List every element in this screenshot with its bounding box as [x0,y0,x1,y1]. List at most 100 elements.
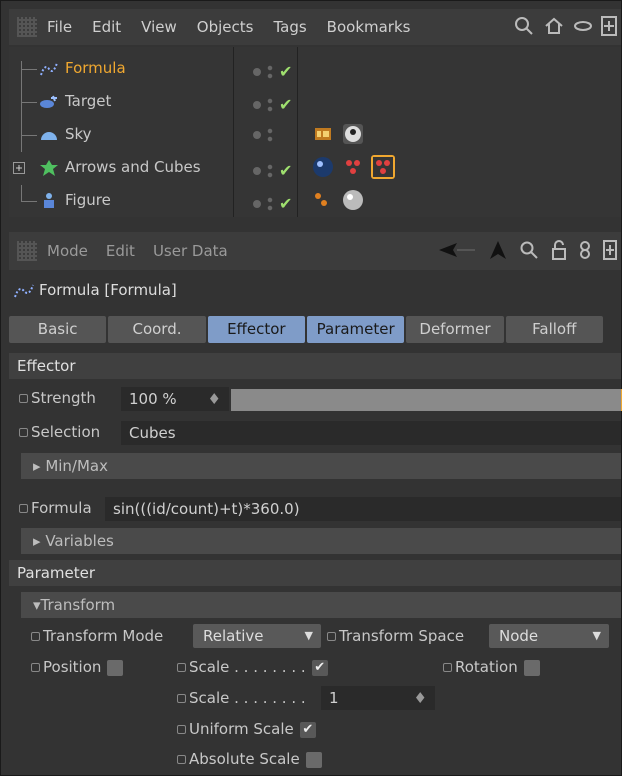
keyframe-dot[interactable] [19,504,28,513]
tag-list [311,155,395,179]
attribute-manager-menubar: Mode Edit User Data [9,232,621,270]
visibility-dots[interactable] [253,128,279,142]
expand-plus-icon[interactable] [13,162,25,174]
selection-tag-active-icon[interactable] [371,155,395,179]
dropdown-arrow-icon: ▼ [592,629,601,642]
keyframe-dot[interactable] [31,663,40,672]
grip-icon[interactable] [17,17,37,37]
strength-input[interactable]: 100 % ♦ [121,387,229,411]
column-divider[interactable] [233,47,234,217]
tree-branch [21,135,37,136]
back-arrow-icon[interactable] [437,241,477,259]
absolute-scale-checkbox[interactable] [305,751,322,768]
enabled-check[interactable]: ✔ [279,194,292,213]
column-divider[interactable] [297,47,298,217]
selection-tag-icon[interactable] [341,155,365,179]
strength-slider[interactable] [231,389,622,411]
scale-value-label: Scale . . . . . . . . [177,689,306,707]
menu-user-data[interactable]: User Data [153,242,228,260]
transform-space-dropdown[interactable]: Node ▼ [489,624,609,648]
transform-mode-dropdown[interactable]: Relative ▼ [193,624,321,648]
uniform-scale-checkbox[interactable]: ✔ [299,721,316,738]
keyframe-dot[interactable] [177,755,186,764]
menu-edit[interactable]: Edit [92,18,121,36]
strength-label-text: Strength [31,389,96,407]
expand-arrow-icon: ▸ [33,532,46,550]
object-row-sky[interactable]: Sky [9,119,621,152]
visibility-dots[interactable]: ✔ [253,95,292,114]
up-arrow-icon[interactable] [489,240,507,260]
tab-parameter[interactable]: Parameter [306,316,405,343]
strength-row: Strength 100 % ♦ [9,384,622,414]
enabled-check[interactable]: ✔ [279,161,292,180]
menu-tags[interactable]: Tags [273,18,306,36]
scale-input[interactable]: 1 ♦ [321,686,435,710]
selection-field[interactable]: Cubes [121,421,621,445]
formula-label: Formula [19,499,92,517]
transform-mode-label-text: Transform Mode [43,627,164,645]
formula-icon [40,62,58,76]
formula-input[interactable]: sin(((id/count)+t)*360.0) [105,497,621,521]
keyframe-dot[interactable] [443,663,452,672]
tab-coord[interactable]: Coord. [108,316,206,343]
menu-objects[interactable]: Objects [197,18,254,36]
new-window-icon[interactable] [603,240,617,260]
position-label: Position [31,658,124,676]
menu-mode[interactable]: Mode [47,242,88,260]
compositing-tag-icon[interactable] [311,122,335,146]
absolute-scale-row: Absolute Scale [9,745,621,775]
keyframe-dot[interactable] [177,663,186,672]
group-min-max[interactable]: ▸ Min/Max [21,453,621,479]
material-tag-icon[interactable] [341,188,365,212]
position-checkbox[interactable] [107,659,124,676]
object-row-figure[interactable]: Figure ✔ [9,185,621,218]
link-icon[interactable] [573,19,593,33]
tab-falloff[interactable]: Falloff [505,316,603,343]
rotation-checkbox[interactable] [523,659,540,676]
window: File Edit View Objects Tags Bookmarks Fo… [0,0,622,776]
spinner-icon[interactable]: ♦ [414,686,427,710]
grip-icon[interactable] [17,241,37,261]
sky-material-tag-icon[interactable] [341,122,365,146]
menu-view[interactable]: View [141,18,177,36]
menu-bookmarks[interactable]: Bookmarks [327,18,411,36]
object-list: Formula ✔ Target ✔ Sky Arrows and Cubes … [9,47,621,217]
visibility-dots[interactable]: ✔ [253,161,292,180]
selection-row: Selection Cubes [9,418,621,448]
keyframe-dot[interactable] [177,694,186,703]
expand-arrow-icon: ▸ [33,457,46,475]
cloner-icon [40,160,58,176]
object-row-target[interactable]: Target ✔ [9,86,621,119]
search-icon[interactable] [513,15,535,37]
search-icon[interactable] [519,240,539,260]
menu-file[interactable]: File [47,18,72,36]
spinner-icon[interactable]: ♦ [208,387,221,411]
material-tag-icon[interactable] [311,155,335,179]
enabled-check[interactable]: ✔ [279,62,292,81]
keyframe-dot[interactable] [31,632,40,641]
group-variables[interactable]: ▸ Variables [21,528,621,554]
section-effector[interactable]: Effector [9,353,621,379]
object-row-arrows-and-cubes[interactable]: Arrows and Cubes ✔ [9,152,621,185]
home-icon[interactable] [543,15,565,37]
section-parameter[interactable]: Parameter [9,560,621,586]
visibility-dots[interactable]: ✔ [253,62,292,81]
keyframe-dot[interactable] [177,725,186,734]
visibility-dots[interactable]: ✔ [253,194,292,213]
new-window-icon[interactable] [601,16,617,36]
enabled-check[interactable]: ✔ [279,95,292,114]
menu-edit[interactable]: Edit [106,242,135,260]
keyframe-dot[interactable] [19,394,28,403]
keyframe-dot[interactable] [327,632,336,641]
group-transform[interactable]: ▾Transform [21,592,621,618]
scale-checkbox[interactable]: ✔ [311,659,328,676]
tab-basic[interactable]: Basic [9,316,107,343]
selection-tag-icon[interactable] [311,188,335,212]
scale-label-text: Scale . . . . . . . . [189,658,306,676]
keyframe-dot[interactable] [19,428,28,437]
object-row-formula[interactable]: Formula ✔ [9,53,621,86]
tab-deformer[interactable]: Deformer [406,316,504,343]
link-chain-icon[interactable] [579,240,591,260]
tab-effector[interactable]: Effector [207,316,305,343]
lock-icon[interactable] [551,240,567,260]
